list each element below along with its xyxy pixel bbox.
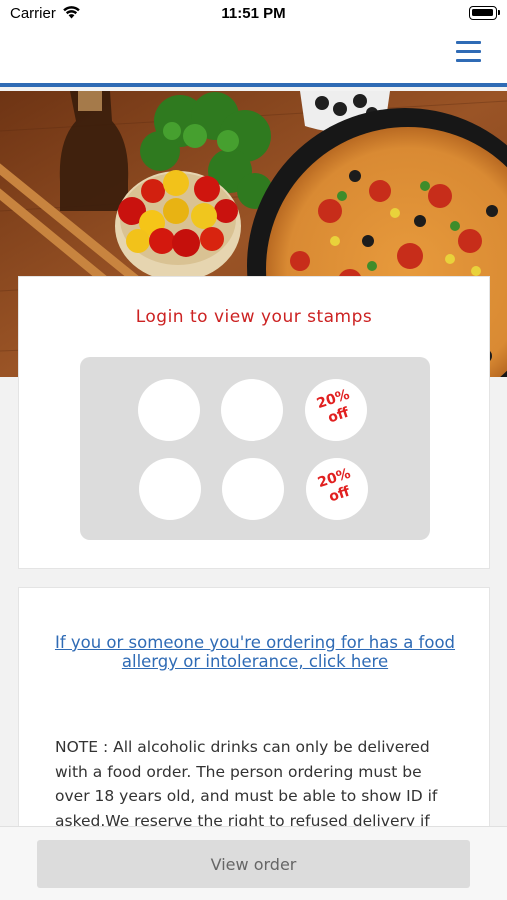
status-bar: Carrier 11:51 PM [0, 0, 507, 30]
hamburger-menu-icon[interactable] [456, 41, 481, 63]
battery-icon [469, 6, 500, 20]
stamps-login-prompt[interactable]: Login to view your stamps [19, 307, 489, 327]
stamp-slot [222, 458, 284, 520]
stamp-slot [139, 458, 201, 520]
stamp-reward-slot: 20% off [306, 458, 368, 520]
clock: 11:51 PM [221, 5, 286, 22]
footer-bar: View order [0, 826, 507, 900]
app-header [0, 30, 507, 87]
reward-label: 20% off [314, 386, 352, 427]
stamp-slot [221, 379, 283, 441]
stamp-slot [138, 379, 200, 441]
alcohol-note: NOTE : All alcoholic drinks can only be … [55, 738, 438, 830]
stamp-reward-slot: 20% off [305, 379, 367, 441]
allergy-info-link[interactable]: If you or someone you're ordering for ha… [39, 633, 471, 671]
stamp-card: Login to view your stamps 20% off 20% of… [18, 276, 490, 569]
info-card: If you or someone you're ordering for ha… [18, 587, 490, 847]
view-order-button[interactable]: View order [37, 840, 470, 888]
reward-label: 20% off [315, 465, 353, 506]
stamp-grid: 20% off 20% off [80, 357, 430, 540]
